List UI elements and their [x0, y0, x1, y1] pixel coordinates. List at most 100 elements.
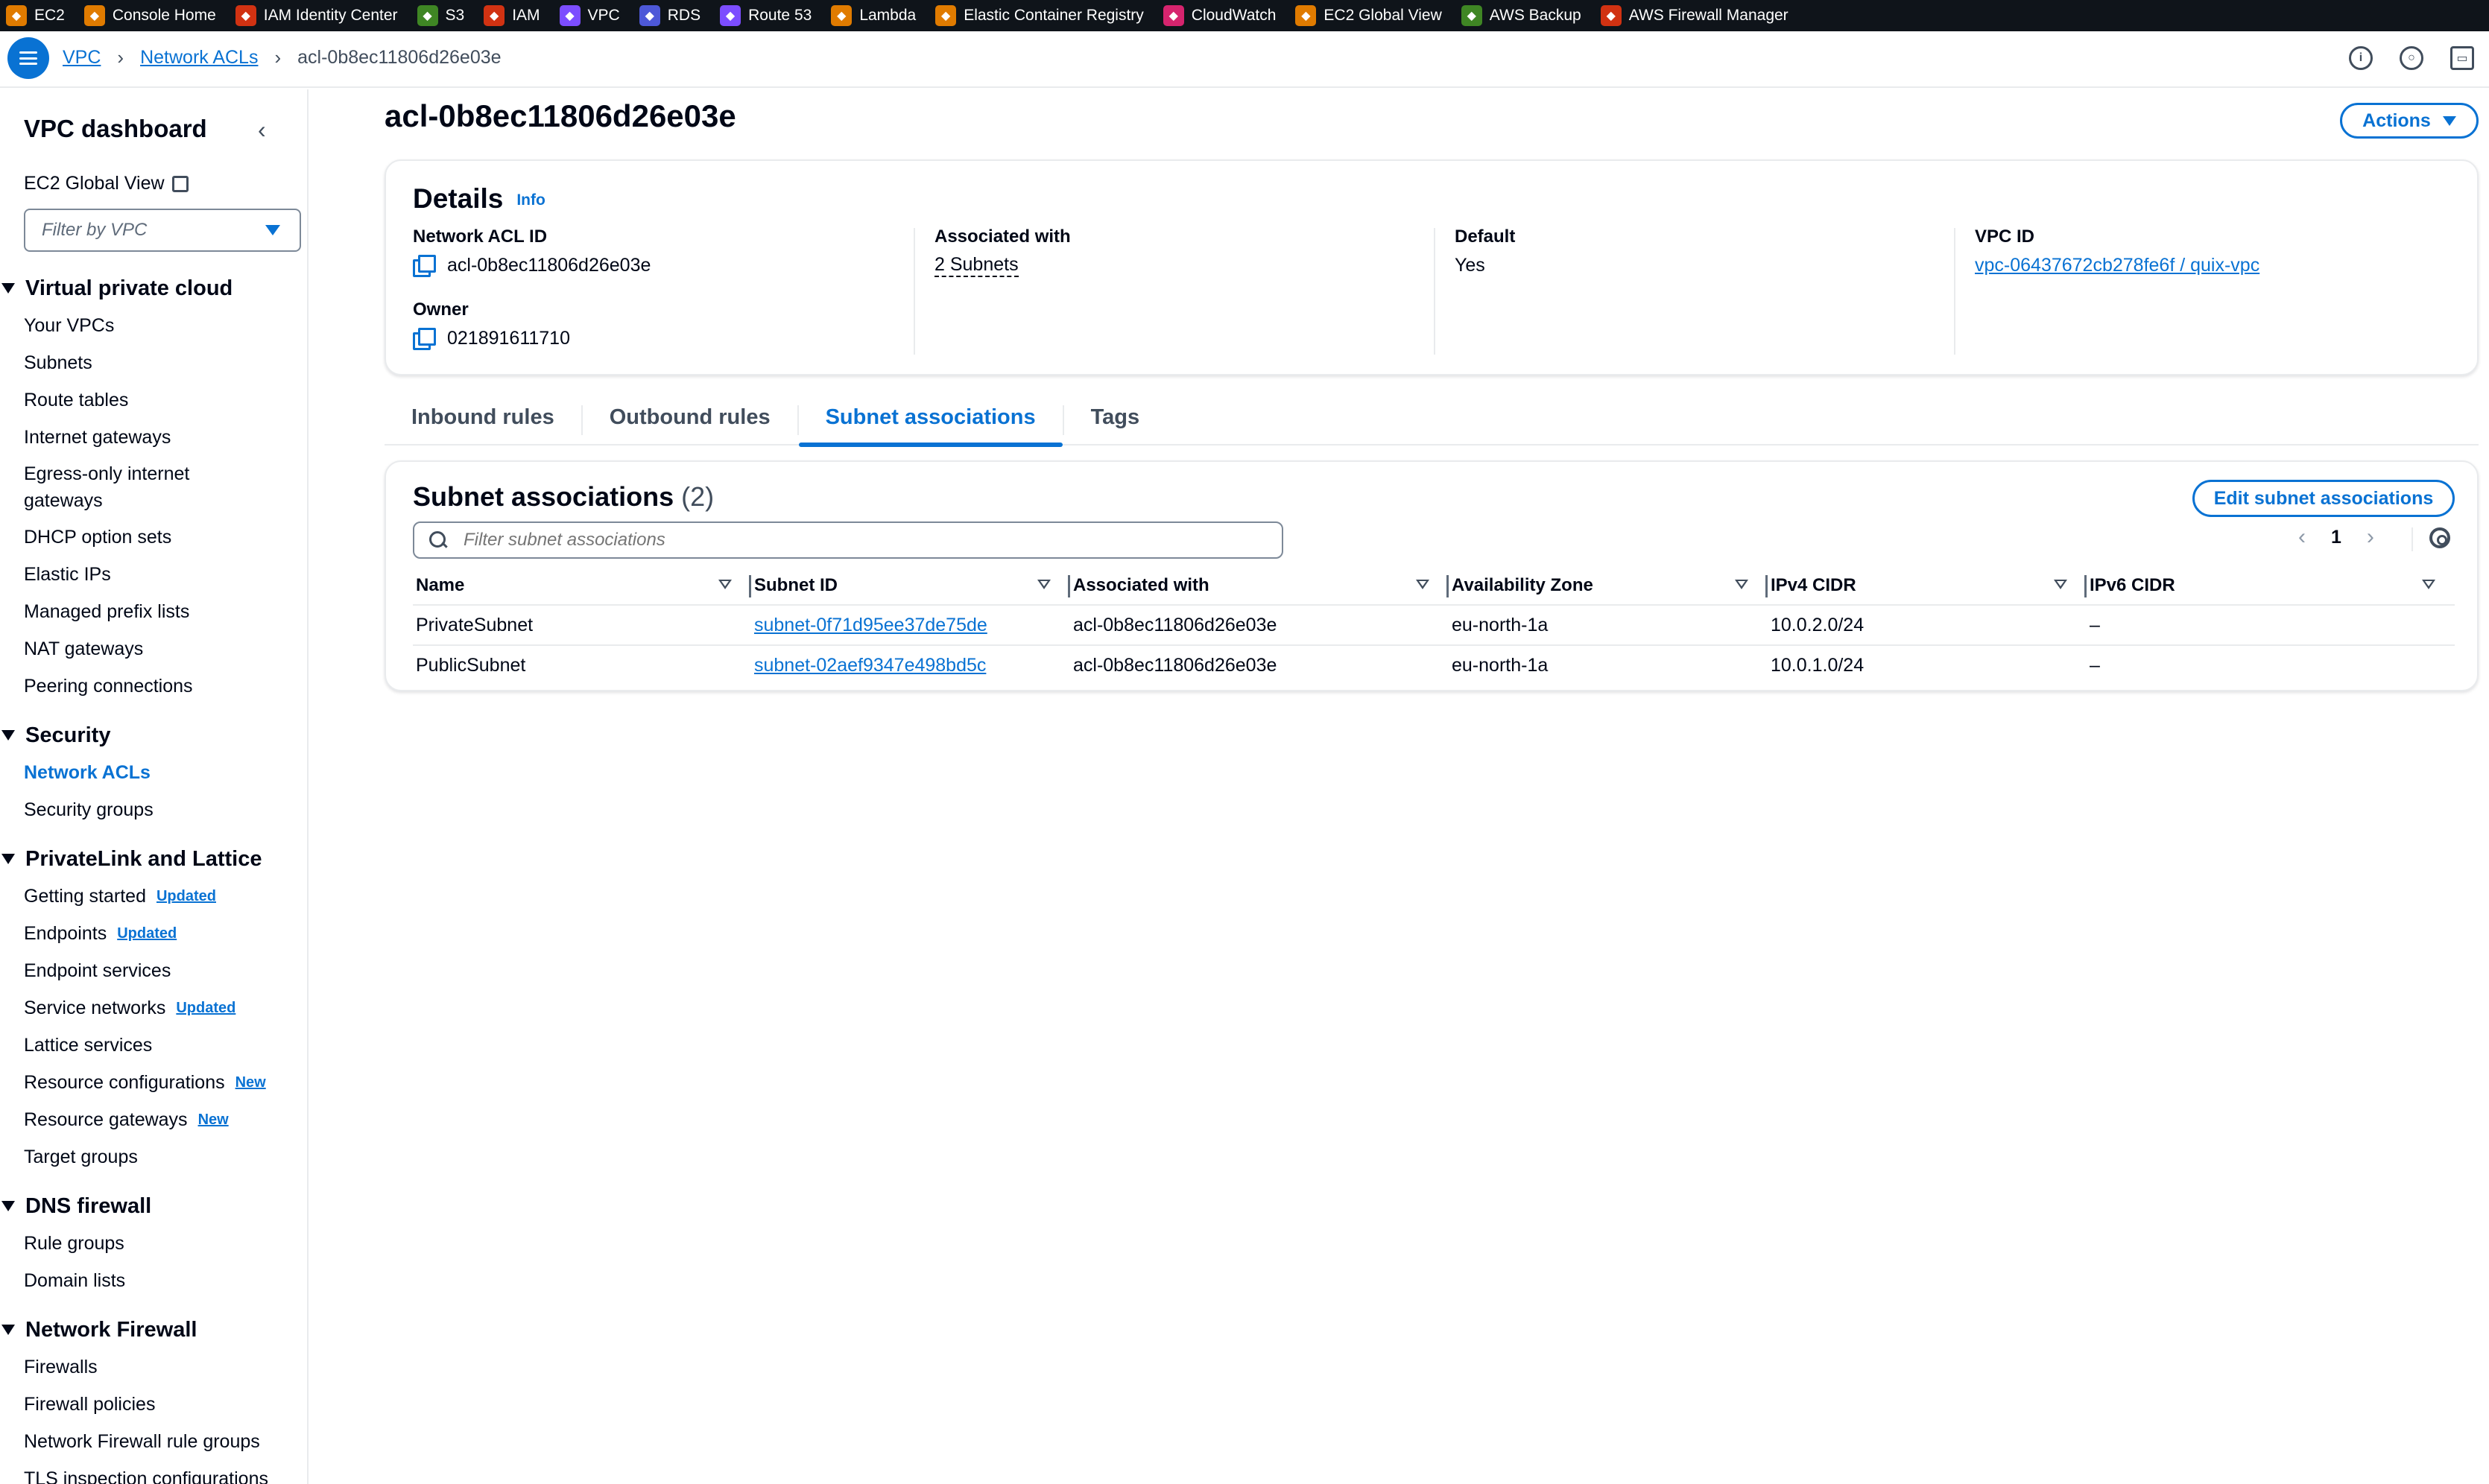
sidebar-item-firewalls[interactable]: Firewalls [0, 1348, 307, 1386]
favorite-iam-identity-center[interactable]: ◆ IAM Identity Center [235, 5, 398, 26]
favorite-ec2[interactable]: ◆ EC2 [6, 5, 65, 26]
cell-name: PublicSubnet [413, 645, 751, 685]
sidebar-item-tls-inspection-configurations[interactable]: TLS inspection configurations [0, 1460, 307, 1484]
sidebar-item-managed-prefix-lists[interactable]: Managed prefix lists [0, 593, 307, 630]
table-row[interactable]: PublicSubnet subnet-02aef9347e498bd5c acl-… [413, 645, 2455, 685]
lambda-icon: ◆ [831, 5, 853, 26]
cell-text: – [2090, 614, 2100, 635]
favorite-ec2-global-view[interactable]: ◆ EC2 Global View [1295, 5, 1442, 26]
sidebar-item-subnets[interactable]: Subnets [0, 344, 307, 381]
favorite-lambda[interactable]: ◆ Lambda [831, 5, 916, 26]
info-icon[interactable]: i [2349, 46, 2373, 70]
column-header-subnet-id[interactable]: Subnet ID [751, 566, 1070, 606]
sidebar-item-endpoints[interactable]: Endpoints Updated [0, 915, 307, 952]
sidebar-item-resource-configurations[interactable]: Resource configurations New [0, 1064, 307, 1101]
sidebar-item-network-firewall-rule-groups[interactable]: Network Firewall rule groups [0, 1423, 307, 1460]
favorite-firewall-manager[interactable]: ◆ AWS Firewall Manager [1600, 5, 1789, 26]
favorite-rds[interactable]: ◆ RDS [639, 5, 700, 26]
next-page-icon[interactable]: › [2367, 524, 2374, 550]
sort-icon[interactable] [1735, 580, 1748, 589]
sidebar-section-privatelink-and-lattice[interactable]: PrivateLink and Lattice [0, 840, 307, 878]
sidebar-section-security[interactable]: Security [0, 717, 307, 754]
sidebar-item-route-tables[interactable]: Route tables [0, 381, 307, 419]
info-link[interactable]: Info [516, 191, 545, 209]
filter-subnet-associations [413, 521, 1283, 559]
tab-tags[interactable]: Tags [1064, 395, 1167, 445]
column-header-label: Availability Zone [1452, 574, 1593, 595]
sidebar-item-your-vpcs[interactable]: Your VPCs [0, 307, 307, 344]
owner-label: Owner [413, 299, 469, 320]
sidebar-item-target-groups[interactable]: Target groups [0, 1138, 307, 1176]
favorite-iam[interactable]: ◆ IAM [484, 5, 540, 26]
tab-subnet-associations[interactable]: Subnet associations [798, 395, 1063, 447]
sidebar-section-virtual-private-cloud[interactable]: Virtual private cloud [0, 270, 307, 307]
feedback-icon[interactable]: ▭ [2450, 46, 2474, 70]
sidebar-section-network-firewall[interactable]: Network Firewall [0, 1311, 307, 1348]
copy-icon[interactable] [413, 328, 436, 350]
menu-toggle-button[interactable] [7, 37, 49, 79]
sidebar-item-firewall-policies[interactable]: Firewall policies [0, 1386, 307, 1423]
breadcrumb-network-acls-link[interactable]: Network ACLs [140, 47, 258, 69]
sidebar-item-nat-gateways[interactable]: NAT gateways [0, 630, 307, 668]
favorite-s3[interactable]: ◆ S3 [417, 5, 464, 26]
favorite-route53[interactable]: ◆ Route 53 [720, 5, 812, 26]
column-header-name[interactable]: Name [413, 566, 751, 606]
sort-icon[interactable] [2054, 580, 2067, 589]
sidebar-section-title: Virtual private cloud [25, 276, 233, 300]
column-header-availability-zone[interactable]: Availability Zone [1449, 566, 1768, 606]
sort-icon[interactable] [1037, 580, 1051, 589]
subnet-id-link[interactable]: subnet-02aef9347e498bd5c [754, 655, 986, 676]
favorite-cloudwatch[interactable]: ◆ CloudWatch [1163, 5, 1276, 26]
actions-button[interactable]: Actions [2340, 103, 2479, 139]
sidebar-item-endpoint-services[interactable]: Endpoint services [0, 952, 307, 989]
sidebar-item-elastic-ips[interactable]: Elastic IPs [0, 556, 307, 593]
sidebar-item-label: Managed prefix lists [24, 601, 190, 622]
column-header-associated-with[interactable]: Associated with [1070, 566, 1449, 606]
settings-hexagon-icon[interactable]: ○ [2400, 46, 2423, 70]
sidebar-item-lattice-services[interactable]: Lattice services [0, 1027, 307, 1064]
sidebar-item-rule-groups[interactable]: Rule groups [0, 1225, 307, 1262]
sidebar-item-internet-gateways[interactable]: Internet gateways [0, 419, 307, 456]
sidebar-item-label: DHCP option sets [24, 527, 172, 548]
vpc-id-link[interactable]: vpc-06437672cb278fe6f / quix-vpc [1975, 255, 2259, 276]
tab-outbound-rules[interactable]: Outbound rules [583, 395, 797, 445]
edit-subnet-associations-button[interactable]: Edit subnet associations [2192, 480, 2455, 517]
subnet-id-link[interactable]: subnet-0f71d95ee37de75de [754, 615, 987, 635]
sidebar-item-peering-connections[interactable]: Peering connections [0, 668, 307, 705]
column-header-ipv6-cidr[interactable]: IPv6 CIDR [2087, 566, 2455, 606]
details-heading: Details Info [413, 183, 545, 215]
sidebar-item-getting-started[interactable]: Getting started Updated [0, 878, 307, 915]
favorite-vpc[interactable]: ◆ VPC [559, 5, 620, 26]
sort-icon[interactable] [2422, 580, 2435, 589]
cell-text: – [2090, 655, 2100, 676]
sort-icon[interactable] [1416, 580, 1429, 589]
sidebar-item-egress-only-internet-gateways[interactable]: Egress-only internet gateways [0, 456, 307, 519]
sidebar-item-network-acls[interactable]: Network ACLs [0, 754, 307, 791]
gear-icon[interactable] [2429, 527, 2450, 548]
sidebar-item-label: Lattice services [24, 1035, 153, 1056]
collapse-sidebar-icon[interactable]: ‹ [258, 116, 266, 144]
sidebar-section-dns-firewall[interactable]: DNS firewall [0, 1187, 307, 1225]
filter-by-vpc-placeholder: Filter by VPC [42, 220, 148, 240]
table-row[interactable]: PrivateSubnet subnet-0f71d95ee37de75de acl… [413, 605, 2455, 646]
sidebar-item-resource-gateways[interactable]: Resource gateways New [0, 1101, 307, 1138]
favorite-aws-backup[interactable]: ◆ AWS Backup [1461, 5, 1581, 26]
breadcrumb-vpc-link[interactable]: VPC [63, 47, 101, 69]
associated-with-popover[interactable]: 2 Subnets [934, 254, 1019, 277]
tab-inbound-rules[interactable]: Inbound rules [385, 395, 581, 445]
filter-subnet-associations-input[interactable] [464, 530, 1268, 551]
sidebar-item-service-networks[interactable]: Service networks Updated [0, 989, 307, 1027]
column-header-ipv4-cidr[interactable]: IPv4 CIDR [1768, 566, 2087, 606]
caret-down-icon [2442, 115, 2456, 126]
sidebar-item-domain-lists[interactable]: Domain lists [0, 1262, 307, 1299]
filter-by-vpc-select[interactable]: Filter by VPC [24, 209, 301, 252]
copy-icon[interactable] [413, 255, 436, 277]
current-page-number[interactable]: 1 [2331, 527, 2341, 548]
favorite-ecr[interactable]: ◆ Elastic Container Registry [935, 5, 1144, 26]
sidebar-item-security-groups[interactable]: Security groups [0, 791, 307, 828]
previous-page-icon[interactable]: ‹ [2298, 524, 2306, 550]
sort-icon[interactable] [718, 580, 732, 589]
sidebar-item-dhcp-option-sets[interactable]: DHCP option sets [0, 519, 307, 556]
favorite-console-home[interactable]: ◆ Console Home [83, 5, 216, 26]
sidebar-item-ec2-global-view[interactable]: EC2 Global View [24, 173, 189, 194]
